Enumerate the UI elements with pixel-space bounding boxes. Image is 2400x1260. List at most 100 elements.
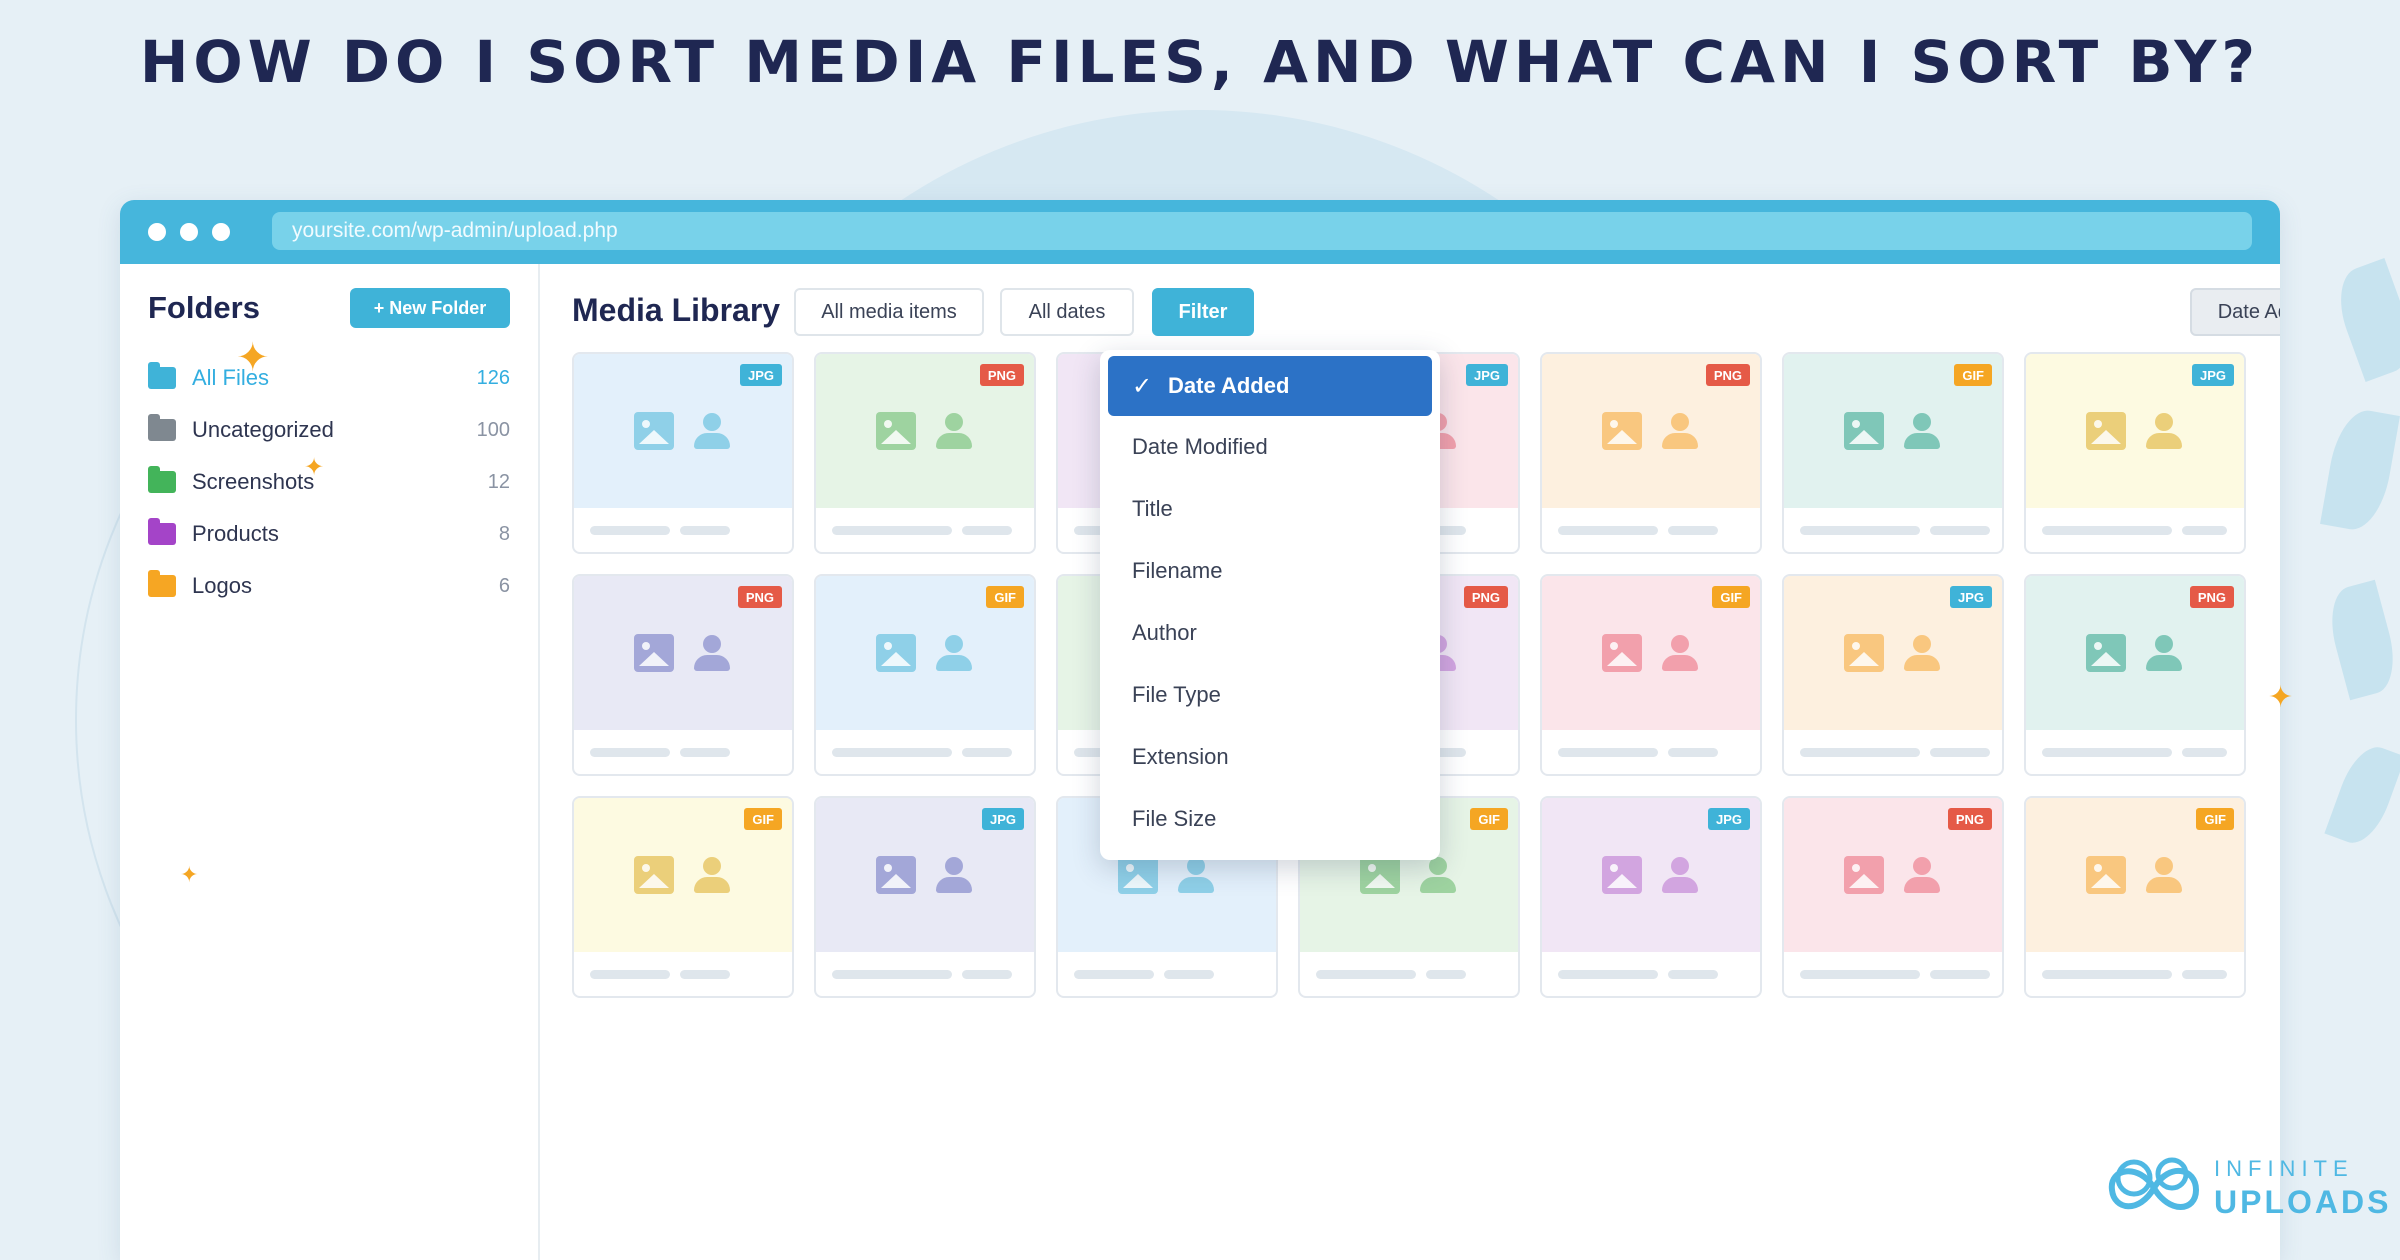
media-card[interactable]: PNG: [1540, 352, 1762, 554]
user-icon: [1902, 411, 1942, 451]
sparkle-icon: ✦: [236, 336, 270, 380]
image-icon: [1602, 634, 1642, 672]
media-card[interactable]: JPG: [572, 352, 794, 554]
address-bar[interactable]: yoursite.com/wp-admin/upload.php: [272, 212, 2252, 250]
user-icon: [934, 633, 974, 673]
image-icon: [1602, 412, 1642, 450]
user-icon: [692, 411, 732, 451]
folder-label: Screenshots: [192, 469, 315, 494]
sort-dropdown-button[interactable]: Date Added: [2190, 288, 2280, 336]
folder-icon: [148, 414, 176, 441]
media-thumbnail: JPG: [1784, 576, 2002, 730]
folder-label: Uncategorized: [192, 417, 334, 442]
date-filter[interactable]: All dates: [1000, 288, 1134, 336]
media-card[interactable]: JPG: [1782, 574, 2004, 776]
sort-option[interactable]: ✓ Date Added: [1108, 356, 1432, 416]
logo-text-uploads: UPLOADS: [2214, 1184, 2392, 1220]
user-icon: [1660, 633, 1700, 673]
folder-label: Products: [192, 521, 279, 546]
media-meta: [2026, 508, 2244, 552]
sort-option-label: Extension: [1132, 744, 1229, 769]
folder-item[interactable]: Products 8: [148, 508, 510, 560]
sort-option-label: Title: [1132, 496, 1173, 521]
media-meta: [574, 952, 792, 996]
media-type-filter[interactable]: All media items: [794, 288, 984, 336]
checkmark-icon: ✓: [1132, 372, 1153, 400]
folder-count: 8: [498, 522, 510, 545]
media-card[interactable]: JPG: [814, 796, 1036, 998]
media-meta: [816, 730, 1034, 774]
folder-icon: [148, 570, 176, 597]
media-card[interactable]: GIF: [1782, 352, 2004, 554]
media-meta: [574, 508, 792, 552]
media-card[interactable]: GIF: [1540, 574, 1762, 776]
image-icon: [1844, 856, 1884, 894]
file-type-badge: GIF: [744, 808, 782, 830]
media-card[interactable]: JPG: [1540, 796, 1762, 998]
file-type-badge: GIF: [1954, 364, 1992, 386]
sort-button-label: Date Added: [2217, 300, 2280, 323]
folder-count: 12: [487, 470, 510, 493]
media-meta: [2026, 730, 2244, 774]
sort-option-label: Date Modified: [1132, 434, 1268, 459]
decorative-leaf: [2320, 405, 2400, 535]
folder-label: Logos: [192, 573, 252, 598]
media-card[interactable]: PNG: [1782, 796, 2004, 998]
sort-option[interactable]: Date Modified: [1108, 416, 1432, 478]
sort-option[interactable]: Title: [1108, 478, 1432, 540]
media-card[interactable]: GIF: [814, 574, 1036, 776]
window-dot-icon[interactable]: [148, 223, 166, 241]
media-meta: [574, 730, 792, 774]
media-thumbnail: PNG: [1784, 798, 2002, 952]
media-thumbnail: GIF: [574, 798, 792, 952]
sort-option[interactable]: Extension: [1108, 726, 1432, 788]
folder-item[interactable]: All Files 126: [148, 352, 510, 404]
media-meta: [1542, 952, 1760, 996]
decorative-leaf: [2327, 258, 2400, 382]
media-thumbnail: GIF: [1784, 354, 2002, 508]
media-meta: [1300, 952, 1518, 996]
user-icon: [692, 855, 732, 895]
file-type-badge: JPG: [981, 808, 1024, 830]
filter-button[interactable]: Filter: [1152, 288, 1254, 336]
folder-item[interactable]: Logos 6: [148, 560, 510, 612]
sort-option[interactable]: Author: [1108, 602, 1432, 664]
sparkle-icon: ✦: [180, 862, 199, 887]
sort-option-label: Filename: [1132, 558, 1223, 583]
media-thumbnail: PNG: [574, 576, 792, 730]
decorative-leaf: [2321, 579, 2400, 701]
image-icon: [2086, 634, 2126, 672]
folder-item[interactable]: Uncategorized 100: [148, 404, 510, 456]
sort-option-label: Date Added: [1168, 373, 1290, 398]
folder-list: All Files 126 Uncategorized 100 Screenshots 1…: [148, 352, 510, 612]
window-dot-icon[interactable]: [180, 223, 198, 241]
logo-text-infinite: INFINITE: [2214, 1156, 2354, 1181]
folder-item[interactable]: Screenshots 12: [148, 456, 510, 508]
sort-option[interactable]: File Size: [1108, 788, 1432, 850]
media-thumbnail: JPG: [574, 354, 792, 508]
page-headline: HOW DO I SORT MEDIA FILES, AND WHAT CAN …: [139, 28, 2261, 96]
folder-count: 126: [476, 366, 510, 389]
user-icon: [2144, 411, 2184, 451]
media-card[interactable]: GIF: [2024, 796, 2246, 998]
sort-option[interactable]: Filename: [1108, 540, 1432, 602]
media-card[interactable]: GIF: [572, 796, 794, 998]
sort-option[interactable]: File Type: [1108, 664, 1432, 726]
media-thumbnail: JPG: [2026, 354, 2244, 508]
media-card[interactable]: PNG: [2024, 574, 2246, 776]
media-card[interactable]: PNG: [814, 352, 1036, 554]
file-type-badge: PNG: [979, 364, 1024, 386]
file-type-badge: GIF: [1470, 808, 1508, 830]
file-type-badge: GIF: [986, 586, 1024, 608]
new-folder-button[interactable]: + New Folder: [350, 288, 510, 328]
file-type-badge: GIF: [2196, 808, 2234, 830]
window-dot-icon[interactable]: [212, 223, 230, 241]
media-card[interactable]: PNG: [572, 574, 794, 776]
image-icon: [2086, 412, 2126, 450]
user-icon: [692, 633, 732, 673]
folder-icon: [148, 518, 176, 545]
user-icon: [1176, 855, 1216, 895]
media-meta: [1784, 952, 2002, 996]
media-meta: [1784, 508, 2002, 552]
media-card[interactable]: JPG: [2024, 352, 2246, 554]
